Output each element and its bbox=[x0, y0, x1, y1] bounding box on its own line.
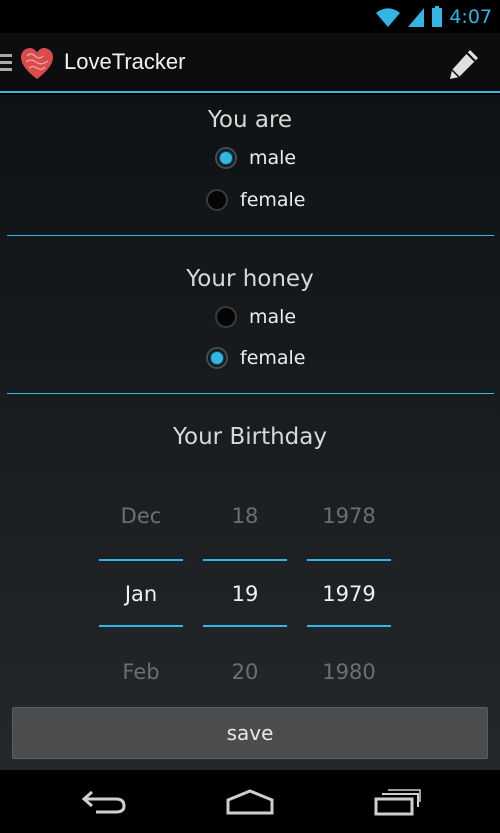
status-icons: 4:07 bbox=[375, 4, 492, 30]
year-current[interactable]: 1979 bbox=[307, 582, 391, 606]
month-current[interactable]: Jan bbox=[99, 582, 183, 606]
wifi-icon bbox=[376, 8, 401, 27]
back-icon[interactable] bbox=[80, 788, 130, 816]
radio-button-checked[interactable] bbox=[215, 147, 237, 169]
picker-divider bbox=[99, 625, 183, 627]
radio-button[interactable] bbox=[215, 306, 237, 328]
radio-button-checked[interactable] bbox=[206, 347, 228, 369]
radio-label: male bbox=[249, 306, 297, 328]
picker-divider bbox=[99, 559, 183, 561]
year-next[interactable]: 1980 bbox=[307, 660, 391, 684]
radio-button[interactable] bbox=[206, 189, 228, 211]
day-current[interactable]: 19 bbox=[203, 582, 287, 606]
save-button[interactable]: save bbox=[12, 707, 488, 759]
day-prev[interactable]: 18 bbox=[203, 504, 287, 528]
picker-divider bbox=[307, 559, 391, 561]
status-time: 4:07 bbox=[449, 6, 492, 28]
recents-icon[interactable] bbox=[372, 788, 422, 816]
divider bbox=[7, 235, 494, 236]
day-next[interactable]: 20 bbox=[203, 660, 287, 684]
action-bar: LoveTracker bbox=[0, 33, 500, 93]
picker-divider bbox=[203, 625, 287, 627]
month-prev[interactable]: Dec bbox=[99, 504, 183, 528]
year-prev[interactable]: 1978 bbox=[307, 504, 391, 528]
you-are-female-option[interactable]: female bbox=[206, 189, 306, 211]
pencil-icon[interactable] bbox=[446, 46, 482, 82]
content-area: You are male female Your honey male fema… bbox=[0, 95, 500, 770]
you-are-male-option[interactable]: male bbox=[215, 147, 296, 169]
radio-label: female bbox=[240, 189, 306, 211]
you-are-title: You are bbox=[207, 107, 293, 133]
app-title: LoveTracker bbox=[64, 49, 186, 74]
signal-icon bbox=[408, 8, 425, 27]
birthday-title: Your Birthday bbox=[173, 424, 327, 450]
status-bar: 4:07 bbox=[0, 0, 500, 33]
your-honey-male-option[interactable]: male bbox=[215, 306, 296, 328]
radio-label: female bbox=[240, 347, 306, 369]
radio-label: male bbox=[249, 147, 297, 169]
picker-divider bbox=[307, 625, 391, 627]
menu-icon[interactable] bbox=[0, 54, 13, 72]
month-next[interactable]: Feb bbox=[99, 660, 183, 684]
screen: 4:07 LoveTracker You are male female You… bbox=[0, 0, 500, 833]
divider bbox=[7, 393, 494, 394]
home-icon[interactable] bbox=[225, 788, 275, 816]
picker-divider bbox=[203, 559, 287, 561]
heart-logo-icon[interactable] bbox=[19, 46, 55, 82]
battery-icon bbox=[432, 6, 443, 27]
your-honey-title: Your honey bbox=[186, 266, 314, 292]
navigation-bar bbox=[0, 770, 500, 833]
your-honey-female-option[interactable]: female bbox=[206, 347, 306, 369]
